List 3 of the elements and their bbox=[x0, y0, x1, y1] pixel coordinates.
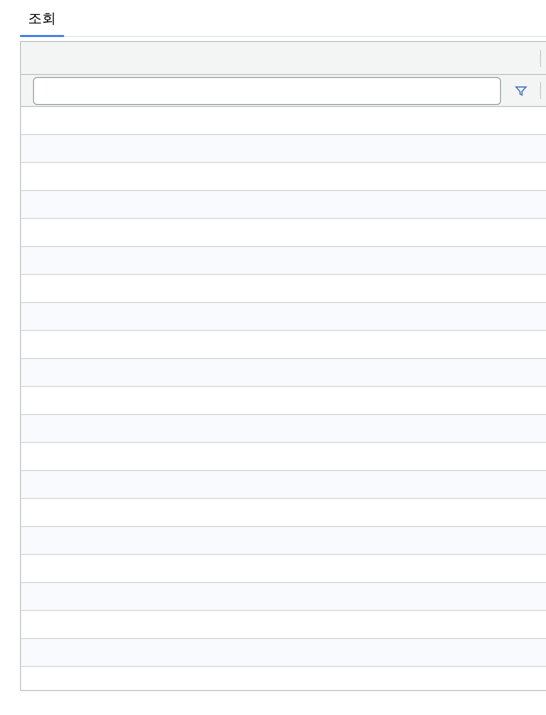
filter-icon[interactable] bbox=[514, 84, 528, 98]
filter-field[interactable] bbox=[33, 76, 501, 104]
tab[interactable]: 조회 bbox=[20, 7, 64, 37]
